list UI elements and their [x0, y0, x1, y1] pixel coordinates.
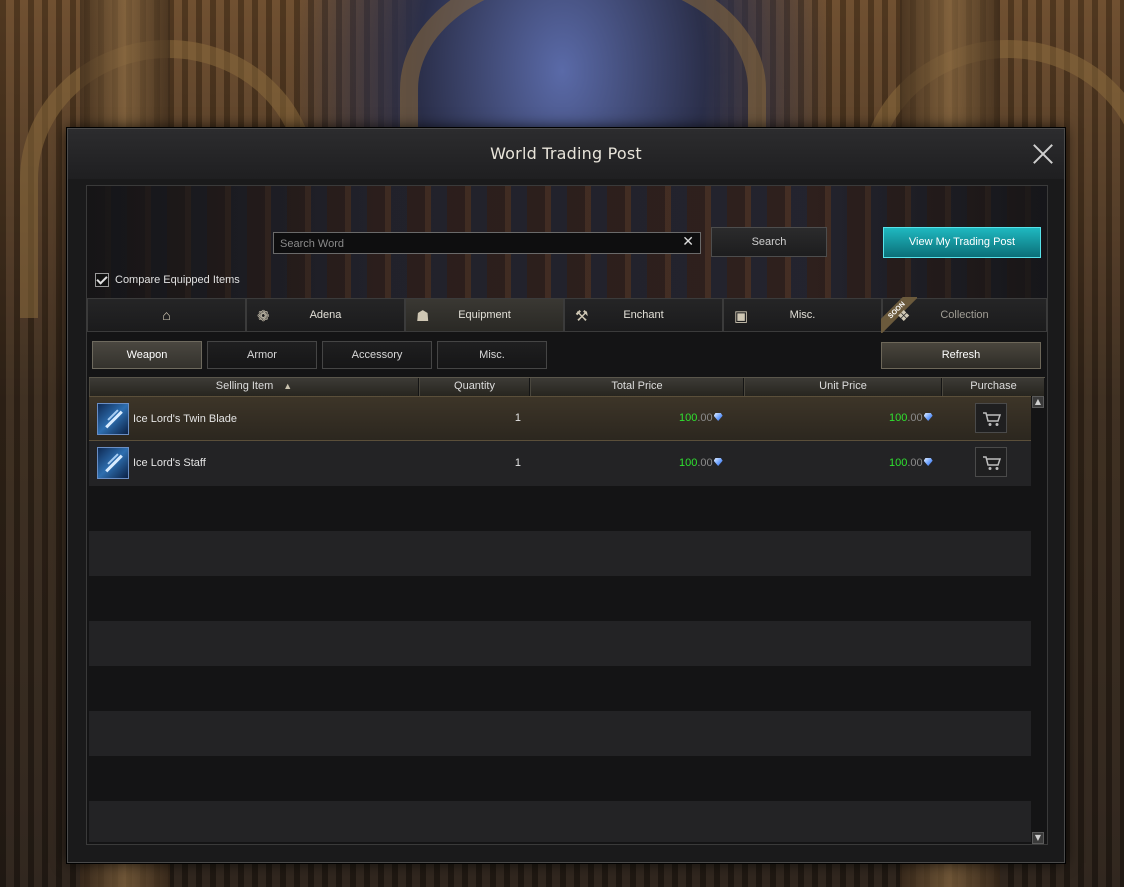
compare-equipped-toggle[interactable]: Compare Equipped Items — [95, 272, 240, 288]
table-row[interactable]: Ice Lord's Twin Blade 1 100.00 100.00 — [89, 396, 1031, 441]
anvil-icon: ⚒ — [575, 308, 589, 325]
item-name: Ice Lord's Staff — [133, 457, 206, 469]
tab-collection[interactable]: SOON ❖ Collection — [881, 297, 1047, 333]
column-header-quantity[interactable]: Quantity — [419, 378, 530, 396]
tab-label: Equipment — [458, 309, 511, 321]
item-quantity: 1 — [514, 457, 521, 469]
diamond-icon — [923, 458, 933, 466]
empty-row — [89, 621, 1031, 666]
empty-row — [89, 531, 1031, 576]
cart-icon — [983, 412, 1002, 426]
empty-row — [89, 711, 1031, 756]
item-name: Ice Lord's Twin Blade — [133, 413, 238, 425]
sort-ascending-icon[interactable]: ▲ — [283, 378, 292, 395]
tab-adena[interactable]: ❁ Adena — [246, 298, 405, 332]
subtab-weapon[interactable]: Weapon — [92, 341, 202, 369]
subtab-misc[interactable]: Misc. — [437, 341, 547, 369]
helmet-icon: ☗ — [416, 308, 430, 325]
adena-icon: ❁ — [257, 308, 270, 325]
column-header-unit-price[interactable]: Unit Price — [744, 378, 942, 396]
view-my-trading-post-button[interactable]: View My Trading Post — [883, 227, 1041, 258]
trading-post-window: World Trading Post ✕ Search View My Trad… — [67, 128, 1065, 863]
scroll-up-icon[interactable]: ▲ — [1032, 396, 1044, 408]
title-bar: World Trading Post — [68, 129, 1064, 179]
empty-row — [89, 666, 1031, 711]
collection-icon: ❖ — [897, 308, 911, 325]
tab-label: Collection — [940, 309, 989, 321]
table-row[interactable]: Ice Lord's Staff 1 100.00 100.00 — [89, 441, 1031, 486]
box-icon: ▣ — [734, 308, 749, 325]
listing-table: Ice Lord's Twin Blade 1 100.00 100.00 Ic… — [89, 396, 1031, 842]
total-price: 100.00 — [679, 441, 723, 486]
empty-row — [89, 756, 1031, 801]
tab-label: Adena — [309, 309, 342, 321]
diamond-icon — [713, 458, 723, 466]
close-icon[interactable] — [1030, 141, 1056, 167]
diamond-icon — [713, 413, 723, 421]
tab-label: Enchant — [623, 309, 664, 321]
home-icon: ⌂ — [162, 307, 171, 323]
twin-blade-icon — [97, 403, 129, 435]
staff-icon — [97, 447, 129, 479]
empty-row — [89, 801, 1031, 842]
content-panel: ✕ Search View My Trading Post Compare Eq… — [86, 185, 1048, 845]
total-price: 100.00 — [679, 396, 723, 441]
item-quantity: 1 — [514, 412, 521, 424]
empty-row — [89, 486, 1031, 531]
unit-price: 100.00 — [889, 396, 933, 441]
tab-enchant[interactable]: ⚒ Enchant — [564, 298, 723, 332]
subtab-armor[interactable]: Armor — [207, 341, 317, 369]
scroll-down-icon[interactable]: ▼ — [1032, 832, 1044, 844]
purchase-button[interactable] — [975, 447, 1007, 477]
search-button[interactable]: Search — [711, 227, 827, 257]
search-input[interactable] — [278, 235, 672, 253]
category-tabs: ⌂ ❁ Adena ☗ Equipment ⚒ Enchant ▣ Misc. … — [87, 297, 1047, 333]
refresh-button[interactable]: Refresh — [881, 342, 1041, 369]
window-title: World Trading Post — [490, 144, 642, 163]
unit-price: 100.00 — [889, 441, 933, 486]
compare-label: Compare Equipped Items — [115, 274, 240, 286]
column-header-total-price[interactable]: Total Price — [530, 378, 744, 396]
subtab-accessory[interactable]: Accessory — [322, 341, 432, 369]
column-header-selling-item[interactable]: Selling Item ▲ — [89, 378, 419, 396]
tab-home[interactable]: ⌂ — [87, 298, 246, 332]
clear-icon[interactable]: ✕ — [682, 234, 694, 250]
subcategory-tabs: Weapon Armor Accessory Misc. — [92, 341, 547, 369]
tab-misc[interactable]: ▣ Misc. — [723, 298, 882, 332]
empty-row — [89, 576, 1031, 621]
cart-icon — [983, 456, 1002, 470]
compare-checkbox[interactable] — [95, 273, 109, 287]
table-header: Selling Item ▲ Quantity Total Price Unit … — [89, 377, 1045, 397]
tab-label: Misc. — [789, 309, 816, 321]
diamond-icon — [923, 413, 933, 421]
search-field[interactable]: ✕ — [273, 232, 701, 254]
column-header-purchase: Purchase — [942, 378, 1045, 396]
purchase-button[interactable] — [975, 403, 1007, 433]
scrollbar[interactable]: ▲ ▼ — [1031, 396, 1045, 844]
tab-equipment[interactable]: ☗ Equipment — [405, 298, 564, 332]
